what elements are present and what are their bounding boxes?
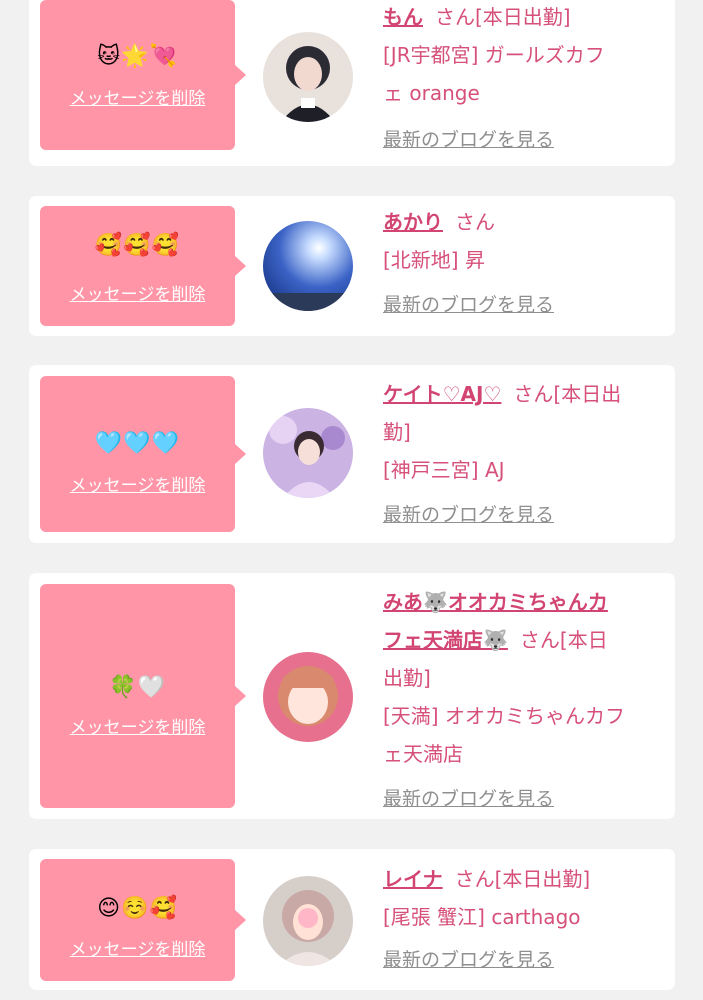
delete-message-link[interactable]: メッセージを削除: [40, 284, 235, 306]
delete-message-link[interactable]: メッセージを削除: [40, 939, 235, 961]
sender-status: さん[本日出勤]: [454, 867, 591, 891]
shop-line: ェ orange: [383, 81, 480, 105]
message-card: 🩵🩵🩵 メッセージを削除 ケイト♡AJ♡ さん[本日出 勤] [神戸三宮] AJ …: [29, 365, 675, 543]
message-card: 😊☺️🥰 メッセージを削除 レイナ さん[本日出勤] [尾張 蟹江] cartha…: [29, 849, 675, 990]
avatar-image: [263, 876, 353, 966]
message-info: レイナ さん[本日出勤] [尾張 蟹江] carthago 最新のブログを見る: [383, 860, 663, 974]
avatar[interactable]: [263, 876, 353, 966]
latest-blog-link[interactable]: 最新のブログを見る: [383, 785, 663, 813]
sender-name-link[interactable]: みあ🐺オオカミちゃんカ: [383, 590, 608, 614]
sender-name-link-continued[interactable]: フェ天満店🐺: [383, 628, 508, 652]
shop-line: [JR宇都宮] ガールズカフ: [383, 43, 605, 67]
sender-status: さん: [455, 210, 495, 234]
sender-name-link[interactable]: ケイト♡AJ♡: [383, 382, 501, 406]
name-line: フェ天満店🐺 さん[本日: [383, 621, 663, 659]
message-emojis: 🥰🥰🥰: [94, 233, 181, 258]
sender-status-continued: 勤]: [383, 420, 411, 444]
shop-line: [天満] オオカミちゃんカフ: [383, 704, 625, 728]
delete-message-link[interactable]: メッセージを削除: [40, 88, 235, 110]
message-info: あかり さん [北新地] 昇 最新のブログを見る: [383, 203, 663, 319]
message-bubble: 🐱🌟💘 メッセージを削除: [40, 0, 246, 150]
latest-blog-link[interactable]: 最新のブログを見る: [383, 946, 663, 974]
shop-line: [神戸三宮] AJ: [383, 458, 505, 482]
message-bubble: 🥰🥰🥰 メッセージを削除: [40, 206, 246, 326]
message-emojis: 🩵🩵🩵: [94, 431, 181, 456]
name-line: みあ🐺オオカミちゃんカ: [383, 583, 663, 621]
message-bubble: 🩵🩵🩵 メッセージを削除: [40, 376, 246, 532]
name-line: ケイト♡AJ♡ さん[本日出: [383, 375, 663, 413]
sender-name-link[interactable]: もん: [383, 5, 423, 29]
message-emojis: 😊☺️🥰: [97, 896, 178, 921]
shop-line: [北新地] 昇: [383, 248, 485, 272]
message-bubble: 😊☺️🥰 メッセージを削除: [40, 859, 246, 981]
avatar[interactable]: [263, 408, 353, 498]
message-emojis: 🐱🌟💘: [97, 44, 178, 69]
message-card: 🐱🌟💘 メッセージを削除 もん さん[本日出勤] [JR宇都宮] ガールズカフ ェ…: [29, 0, 675, 166]
avatar[interactable]: [263, 221, 353, 311]
shop-line: [尾張 蟹江] carthago: [383, 905, 581, 929]
message-info: みあ🐺オオカミちゃんカ フェ天満店🐺 さん[本日 出勤] [天満] オオカミちゃん…: [383, 583, 663, 813]
avatar[interactable]: [263, 32, 353, 122]
latest-blog-link[interactable]: 最新のブログを見る: [383, 291, 663, 319]
sender-status-continued: 出勤]: [383, 666, 431, 690]
shop-line: ェ天満店: [383, 742, 463, 766]
sender-status: さん[本日: [519, 628, 608, 652]
latest-blog-link[interactable]: 最新のブログを見る: [383, 126, 663, 154]
latest-blog-link[interactable]: 最新のブログを見る: [383, 501, 663, 529]
name-line: もん さん[本日出勤]: [383, 0, 663, 36]
avatar-image: [263, 408, 353, 498]
sender-name-link[interactable]: あかり: [383, 210, 443, 234]
sender-status: さん[本日出: [513, 382, 622, 406]
name-line: あかり さん: [383, 203, 663, 241]
avatar-image: [263, 32, 353, 122]
name-line: レイナ さん[本日出勤]: [383, 860, 663, 898]
message-bubble: 🍀🤍 メッセージを削除: [40, 584, 246, 808]
sender-status: さん[本日出勤]: [435, 5, 571, 29]
avatar-image: [263, 221, 353, 311]
avatar[interactable]: [263, 652, 353, 742]
delete-message-link[interactable]: メッセージを削除: [40, 475, 235, 497]
sender-name-link[interactable]: レイナ: [383, 867, 443, 891]
message-card: 🍀🤍 メッセージを削除 みあ🐺オオカミちゃんカ フェ天満店🐺 さん[本日 出勤] …: [29, 573, 675, 819]
message-card: 🥰🥰🥰 メッセージを削除 あかり さん [北新地] 昇 最新のブログを見る: [29, 196, 675, 336]
message-info: もん さん[本日出勤] [JR宇都宮] ガールズカフ ェ orange 最新のブロ…: [383, 0, 663, 154]
message-emojis: 🍀🤍: [109, 675, 166, 700]
delete-message-link[interactable]: メッセージを削除: [40, 717, 235, 739]
message-info: ケイト♡AJ♡ さん[本日出 勤] [神戸三宮] AJ 最新のブログを見る: [383, 375, 663, 529]
avatar-image: [263, 652, 353, 742]
